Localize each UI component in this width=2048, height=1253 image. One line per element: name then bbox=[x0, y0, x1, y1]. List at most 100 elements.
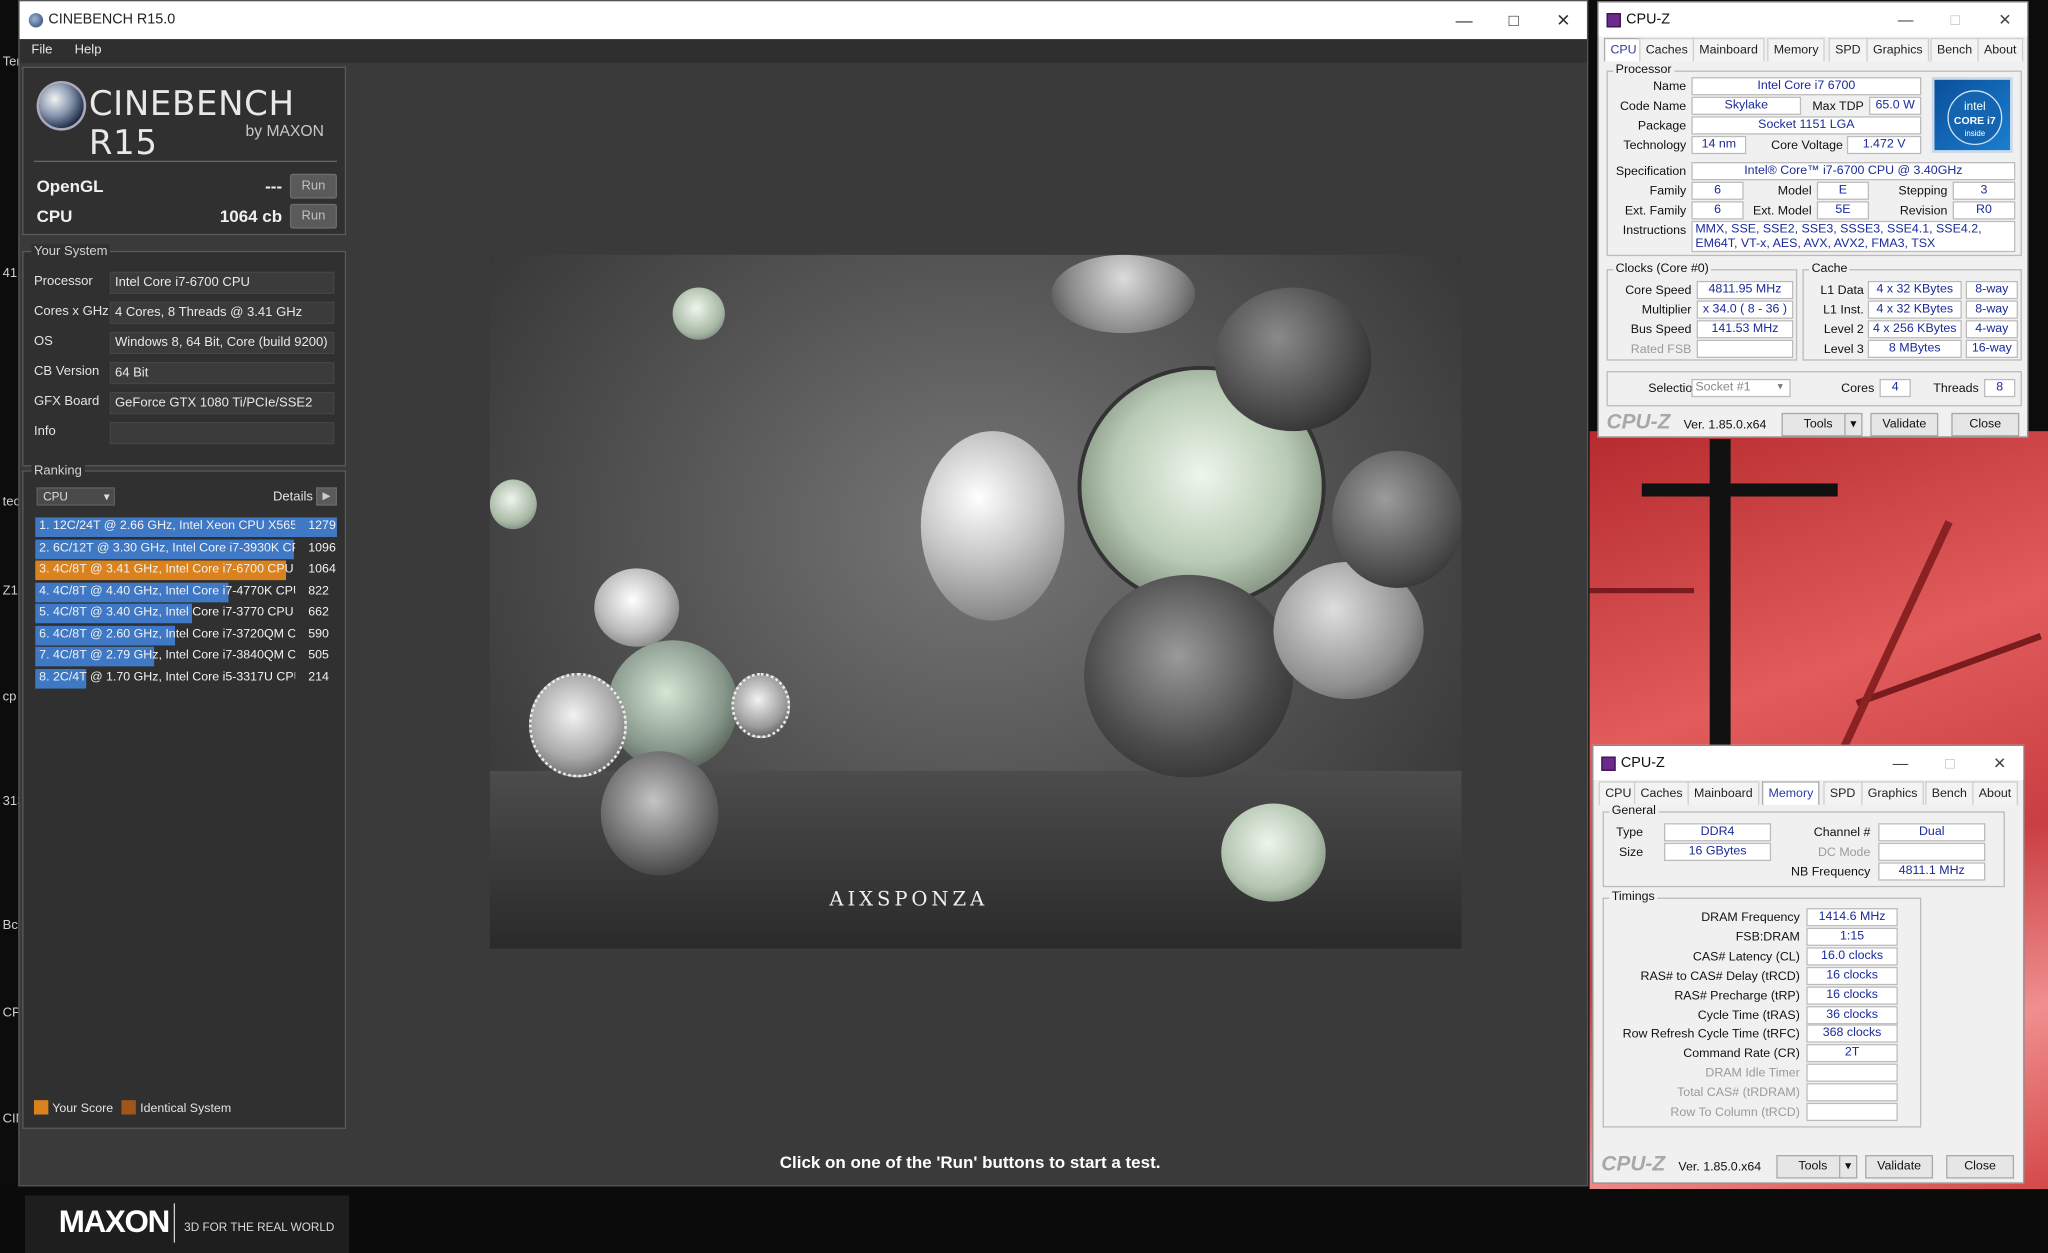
maximize-icon[interactable]: □ bbox=[1489, 1, 1539, 39]
cpuz-app-icon bbox=[1601, 756, 1616, 771]
ranking-type-dropdown[interactable]: CPU ▾ bbox=[36, 487, 115, 506]
tab-about[interactable]: About bbox=[1977, 37, 2023, 62]
close-button[interactable]: Close bbox=[1946, 1155, 2015, 1179]
tab-bench[interactable]: Bench bbox=[1930, 37, 1979, 62]
render-sphere bbox=[607, 640, 738, 771]
revision-value: R0 bbox=[1952, 201, 2016, 220]
ranking-cpu-label: 5. 4C/8T @ 3.40 GHz, Intel Core i7-3770 … bbox=[39, 604, 294, 620]
desktop-icon-label[interactable]: Z1 bbox=[3, 584, 18, 598]
timing-label: RAS# Precharge (tRP) bbox=[1674, 988, 1800, 1003]
ranking-score: 662 bbox=[308, 604, 329, 620]
ranking-cpu-label: 2. 6C/12T @ 3.30 GHz, Intel Core i7-3930… bbox=[39, 540, 296, 555]
ranking-score: 505 bbox=[308, 648, 329, 663]
maxon-footer: MAXON 3D FOR THE REAL WORLD bbox=[24, 1195, 349, 1253]
divider bbox=[33, 160, 337, 163]
maxon-logo: MAXON bbox=[58, 1204, 170, 1240]
l1data-label: L1 Data bbox=[1820, 283, 1864, 298]
close-icon[interactable]: ✕ bbox=[1539, 1, 1589, 39]
ranking-row[interactable]: 8. 2C/4T @ 1.70 GHz, Intel Core i5-3317U… bbox=[35, 668, 337, 688]
timing-label: DRAM Frequency bbox=[1701, 910, 1800, 926]
cinebench-titlebar[interactable]: CINEBENCH R15.0 — □ ✕ bbox=[19, 1, 1589, 40]
chevron-down-icon[interactable]: ▾ bbox=[1844, 412, 1863, 437]
minimize-icon[interactable]: — bbox=[1439, 1, 1489, 39]
chevron-down-icon[interactable]: ▾ bbox=[1839, 1155, 1858, 1179]
cpu-run-button[interactable]: Run bbox=[289, 203, 337, 229]
cpuz-version: Ver. 1.85.0.x64 bbox=[1678, 1160, 1762, 1175]
cpuz-titlebar[interactable]: CPU-Z — □ ✕ bbox=[1593, 746, 2024, 781]
play-icon[interactable]: ▶ bbox=[316, 487, 337, 506]
model-label: Model bbox=[1777, 184, 1812, 199]
score-panel: CINEBENCH R15 by MAXON OpenGL --- Run CP… bbox=[22, 66, 347, 236]
opengl-run-button[interactable]: Run bbox=[289, 173, 337, 199]
system-key: CB Version bbox=[33, 364, 100, 379]
tab-bench[interactable]: Bench bbox=[1925, 781, 1974, 805]
timing-value: 16 clocks bbox=[1806, 966, 1898, 985]
ranking-row[interactable]: 5. 4C/8T @ 3.40 GHz, Intel Core i7-3770 … bbox=[35, 603, 337, 624]
ranking-row[interactable]: 4. 4C/8T @ 4.40 GHz, Intel Core i7-4770K… bbox=[35, 582, 337, 602]
corespeed-label: Core Speed bbox=[1625, 283, 1692, 298]
cpuz-footer: CPU-Z Ver. 1.85.0.x64 Tools ▾ Validate C… bbox=[1593, 1151, 2023, 1182]
ranking-row[interactable]: 7. 4C/8T @ 2.79 GHz, Intel Core i7-3840Q… bbox=[35, 646, 337, 667]
minimize-icon[interactable]: — bbox=[1878, 746, 1922, 780]
l1data-value: 4 x 32 KBytes bbox=[1867, 280, 1962, 300]
tab-memory[interactable]: Memory bbox=[1767, 37, 1826, 62]
ranking-row[interactable]: 2. 6C/12T @ 3.30 GHz, Intel Core i7-3930… bbox=[35, 538, 337, 559]
revision-label: Revision bbox=[1899, 203, 1948, 219]
ranking-row[interactable]: 6. 4C/8T @ 2.60 GHz, Intel Core i7-3720Q… bbox=[35, 625, 337, 645]
tab-graphics[interactable]: Graphics bbox=[1866, 37, 1930, 62]
cpuz-titlebar[interactable]: CPU-Z — □ ✕ bbox=[1598, 2, 2028, 37]
timing-label: Cycle Time (tRAS) bbox=[1697, 1008, 1800, 1023]
maxtdp-value: 65.0 W bbox=[1869, 96, 1922, 115]
desktop-icon-label[interactable]: cp bbox=[3, 690, 17, 704]
render-preview-image: AIXSPONZA bbox=[489, 254, 1462, 949]
selection-label: Selection bbox=[1648, 381, 1700, 396]
legend-identical-system: Identical System bbox=[140, 1101, 232, 1116]
tab-caches[interactable]: Caches bbox=[1639, 37, 1695, 62]
tab-mainboard[interactable]: Mainboard bbox=[1687, 781, 1760, 805]
tab-caches[interactable]: Caches bbox=[1633, 781, 1690, 805]
render-sphere bbox=[594, 568, 680, 647]
info-input[interactable] bbox=[109, 422, 335, 445]
tab-spd[interactable]: SPD bbox=[1828, 37, 1868, 62]
window-title: CPU-Z bbox=[1626, 11, 1671, 28]
ranking-score: 1064 bbox=[308, 561, 336, 577]
codename-label: Code Name bbox=[1619, 99, 1687, 114]
desktop-icon-label[interactable]: Bc bbox=[3, 919, 18, 933]
tab-about[interactable]: About bbox=[1972, 781, 2018, 805]
ranking-row[interactable]: 3. 4C/8T @ 3.41 GHz, Intel Core i7-6700 … bbox=[35, 560, 337, 581]
details-label[interactable]: Details bbox=[273, 490, 313, 504]
multiplier-value: x 34.0 ( 8 - 36 ) bbox=[1696, 300, 1794, 319]
validate-button[interactable]: Validate bbox=[1865, 1155, 1934, 1179]
identical-system-swatch bbox=[121, 1100, 137, 1115]
tab-graphics[interactable]: Graphics bbox=[1861, 781, 1924, 805]
tab-spd[interactable]: SPD bbox=[1823, 781, 1862, 805]
selection-group: Selection Socket #1 ▾ Cores 4 Threads 8 bbox=[1606, 371, 2022, 407]
general-heading: General bbox=[1609, 803, 1659, 818]
system-value: 64 Bit bbox=[109, 361, 335, 385]
l1inst-assoc: 8-way bbox=[1965, 300, 2018, 319]
cpuz-memory-window: CPU-Z — □ ✕ CPU Caches Mainboard Memory … bbox=[1592, 744, 2025, 1184]
menu-help[interactable]: Help bbox=[75, 43, 102, 57]
tab-memory[interactable]: Memory bbox=[1761, 781, 1820, 805]
ranking-legend: Your Score Identical System bbox=[33, 1100, 232, 1116]
minimize-icon[interactable]: — bbox=[1883, 3, 1927, 37]
socket-select[interactable]: Socket #1 bbox=[1691, 378, 1791, 398]
close-button[interactable]: Close bbox=[1951, 412, 2020, 437]
tab-cpu[interactable]: CPU bbox=[1603, 37, 1644, 62]
tab-mainboard[interactable]: Mainboard bbox=[1692, 37, 1765, 62]
menu-file[interactable]: File bbox=[31, 43, 52, 57]
close-icon[interactable]: ✕ bbox=[1983, 3, 2027, 37]
render-sphere bbox=[1221, 803, 1326, 902]
l1inst-value: 4 x 32 KBytes bbox=[1867, 300, 1962, 319]
channel-label: Channel # bbox=[1813, 825, 1871, 841]
extfamily-value: 6 bbox=[1691, 201, 1744, 220]
validate-button[interactable]: Validate bbox=[1870, 412, 1939, 437]
l3-assoc: 16-way bbox=[1965, 339, 2018, 359]
ranking-row[interactable]: 1. 12C/24T @ 2.66 GHz, Intel Xeon CPU X5… bbox=[35, 517, 337, 538]
cpu-name-value: Intel Core i7 6700 bbox=[1691, 77, 1922, 96]
render-sphere bbox=[1084, 574, 1294, 778]
system-key: OS bbox=[33, 334, 53, 349]
close-icon[interactable]: ✕ bbox=[1977, 746, 2021, 780]
desktop-icon-label[interactable]: 41 bbox=[3, 267, 18, 281]
tab-cpu[interactable]: CPU bbox=[1598, 781, 1638, 805]
